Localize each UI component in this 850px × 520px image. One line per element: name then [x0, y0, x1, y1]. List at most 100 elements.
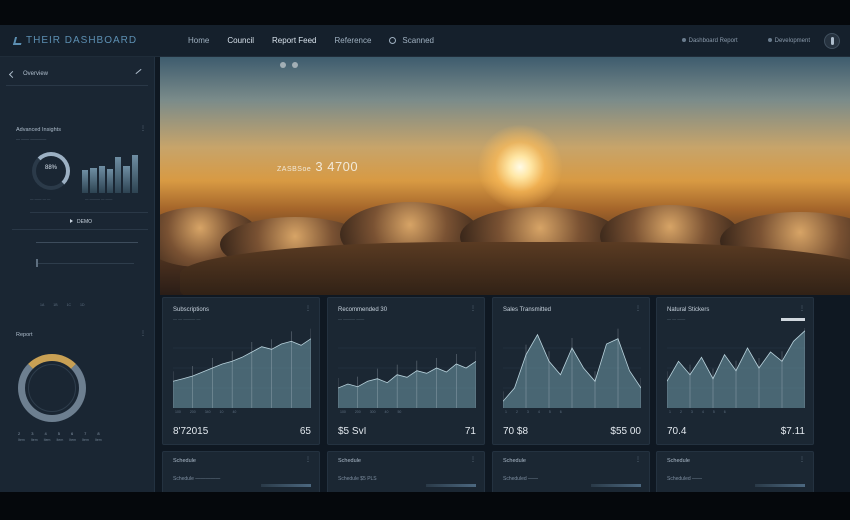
schedule-card[interactable]: Schedule ⋮ Scheduled ——: [656, 451, 814, 492]
more-icon[interactable]: ⋮: [140, 125, 146, 132]
schedule-card[interactable]: Schedule ⋮ Schedule $5 PLS: [327, 451, 485, 492]
card-subtitle: — — ——— —: [173, 316, 201, 321]
card-title: Recommended 30: [338, 307, 388, 313]
chart-card[interactable]: Subscriptions — — ——— — ⋮ 100 200 340 10…: [162, 297, 320, 445]
hero-headline: ZASBSoe 3 4700: [277, 159, 358, 174]
chart-card[interactable]: Natural Stickers — — —— ⋮ 1 2 3 4 5 6 70…: [656, 297, 814, 445]
development-link[interactable]: Development: [767, 38, 810, 44]
area-chart: [173, 328, 311, 408]
cloud-bank: [180, 242, 850, 295]
nav-reference[interactable]: Reference: [335, 36, 372, 45]
gauge-value: 88%: [44, 165, 57, 171]
more-icon[interactable]: ⋮: [799, 456, 805, 463]
edit-icon[interactable]: [135, 68, 142, 75]
axis-label: Item: [69, 438, 77, 442]
carousel-dot[interactable]: [292, 62, 298, 68]
more-icon[interactable]: ⋮: [470, 456, 476, 463]
more-icon[interactable]: ⋮: [470, 305, 476, 312]
gauge-caption: — —— — —: [30, 197, 51, 201]
card-value-primary: $5 SvI: [338, 426, 367, 437]
bar: [98, 166, 105, 193]
axis-label: Item: [18, 438, 25, 442]
more-icon[interactable]: ⋮: [635, 456, 641, 463]
back-icon[interactable]: [8, 70, 17, 78]
toggle[interactable]: [781, 318, 805, 321]
card-ticks: 1 2 3 4 5 6: [669, 410, 726, 414]
card-subtitle: Schedule $5 PLS: [338, 476, 377, 482]
more-icon[interactable]: ⋮: [305, 456, 311, 463]
nav-home[interactable]: Home: [188, 36, 209, 45]
progress-bar: [261, 484, 311, 487]
bar: [123, 165, 130, 193]
tick: 1: [505, 410, 507, 414]
tick: 6: [723, 410, 726, 414]
tick: 1C: [66, 303, 72, 307]
card-subtitle: Scheduled ——: [503, 476, 539, 482]
sidebar-header-label: Overview: [23, 71, 49, 77]
bar: [115, 156, 122, 193]
nav-scanned[interactable]: Scanned: [389, 36, 434, 45]
series-area: [338, 361, 476, 408]
tick: 200: [189, 410, 196, 414]
report-title: Report: [16, 332, 33, 338]
schedule-card[interactable]: Schedule ⋮ Schedule —————: [162, 451, 320, 492]
axis-label: 6: [70, 431, 74, 436]
demo-button[interactable]: DEMO: [70, 219, 92, 225]
axis-ticks: 1A 1B 1C 1D: [40, 303, 85, 307]
axis-label: Item: [94, 438, 102, 442]
bar: [131, 155, 138, 193]
tick: 6: [559, 410, 562, 414]
dashboard-window: THEIR DASHBOARD Home Council Report Feed…: [0, 25, 850, 492]
schedule-card[interactable]: Schedule ⋮ Scheduled ——: [492, 451, 650, 492]
card-title: Subscriptions: [173, 307, 210, 313]
brand[interactable]: THEIR DASHBOARD: [12, 35, 137, 46]
carousel-dots[interactable]: [280, 62, 298, 68]
tick: 40: [232, 410, 237, 414]
card-ticks: 100 200 340 10 40: [175, 410, 236, 414]
bar: [90, 168, 97, 193]
gauge-ring: [32, 152, 70, 190]
track: [36, 263, 134, 264]
carousel-dot[interactable]: [280, 62, 286, 68]
main-nav: Home Council Report Feed Reference Scann…: [188, 36, 434, 45]
report-link-label: Dashboard Report: [688, 38, 738, 44]
more-icon[interactable]: ⋮: [305, 305, 311, 312]
sun-glow: [478, 125, 562, 209]
more-icon[interactable]: ⋮: [635, 305, 641, 312]
track-marker: [36, 259, 38, 267]
donut-axis: 2 3 4 5 6 7 8: [18, 431, 100, 436]
axis-label: 4: [44, 431, 47, 436]
card-title: Schedule: [503, 458, 526, 464]
chart-card[interactable]: Sales Transmitted ⋮ 1 2 3 4 5 6 70 $8 $5…: [492, 297, 650, 445]
card-value-secondary: $7.11: [780, 426, 805, 437]
axis-label: Item: [43, 438, 51, 442]
slider-track[interactable]: [36, 242, 138, 243]
area-chart: [503, 328, 641, 408]
hero-headline-label: ZASBSoe: [277, 166, 312, 173]
card-ticks: 100 200 300 40 50: [340, 410, 401, 414]
card-title: Sales Transmitted: [503, 307, 552, 313]
axis-label: 7: [84, 431, 87, 436]
hero-headline-value: 3 4700: [315, 159, 359, 174]
nav-council[interactable]: Council: [227, 36, 254, 45]
tick: 1D: [80, 303, 85, 307]
axis-label: 5: [57, 431, 60, 436]
progress-bar: [591, 484, 641, 487]
nav-scanned-label: Scanned: [402, 36, 435, 45]
card-value-primary: 70 $8: [503, 426, 529, 437]
tick: 340: [204, 410, 211, 414]
progress-bar: [755, 484, 805, 487]
divider: [30, 212, 148, 213]
report-link[interactable]: Dashboard Report: [681, 38, 738, 44]
avatar[interactable]: [824, 33, 840, 49]
area-chart: [667, 328, 805, 408]
nav-report-feed[interactable]: Report Feed: [272, 36, 316, 45]
card-value-secondary: 71: [464, 426, 476, 437]
tick: 1A: [40, 303, 45, 307]
tick: 4: [537, 410, 540, 414]
dot-icon: [681, 38, 686, 42]
more-icon[interactable]: ⋮: [799, 305, 805, 312]
chart-card[interactable]: Recommended 30 — ——— —— ⋮ 100 200 300 40…: [327, 297, 485, 445]
tick: 300: [369, 410, 376, 414]
more-icon[interactable]: ⋮: [140, 330, 146, 337]
